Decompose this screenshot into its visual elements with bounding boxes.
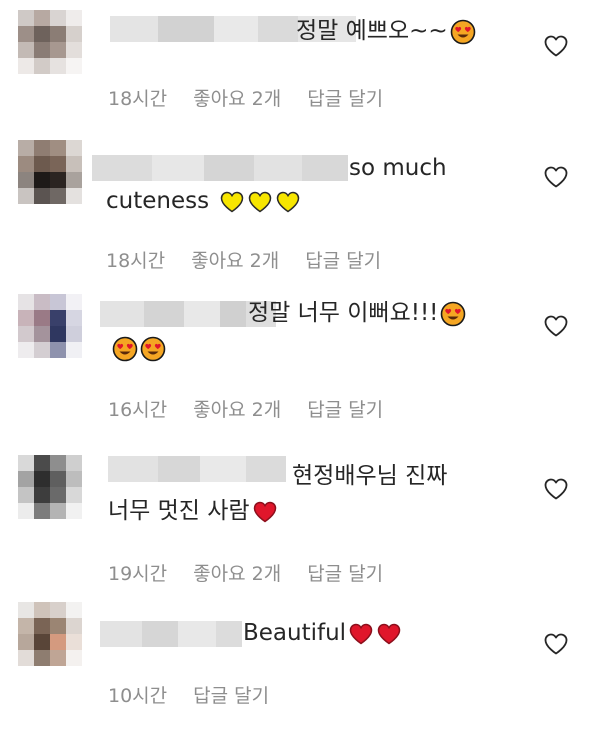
comment-text: so much	[349, 153, 447, 183]
emoji-group	[250, 496, 278, 526]
heart-eyes-emoji	[450, 19, 476, 45]
comment-text-line1: so much	[349, 155, 447, 181]
likes-count[interactable]: 좋아요 2개	[191, 246, 279, 273]
reply-button[interactable]: 답글 달기	[307, 84, 383, 111]
heart-outline-icon[interactable]	[543, 164, 569, 190]
heart-outline-icon[interactable]	[543, 313, 569, 339]
comment-time: 10시간	[108, 685, 168, 707]
comment-text: Beautiful	[243, 618, 402, 648]
comment-text-line1: Beautiful	[243, 620, 347, 646]
username-blurred[interactable]	[100, 621, 242, 647]
heart-outline-icon[interactable]	[543, 33, 569, 59]
reply-button[interactable]: 답글 달기	[305, 246, 381, 273]
comment-text-line1: 현정배우님 진짜	[292, 463, 448, 489]
comment-meta: 16시간 좋아요 2개 답글 달기	[108, 395, 383, 422]
emoji-group	[217, 186, 301, 216]
avatar[interactable]	[18, 455, 82, 519]
likes-count[interactable]: 좋아요 2개	[193, 395, 281, 422]
comment-text: 정말 예쁘오~~	[296, 16, 476, 46]
comment-text: 정말 너무 이뻐요!!!	[248, 298, 466, 328]
comment-meta: 18시간 좋아요 2개 답글 달기	[106, 246, 381, 273]
comment-text: cuteness	[106, 186, 301, 216]
emoji-group	[438, 298, 466, 328]
reply-button[interactable]: 답글 달기	[307, 395, 383, 422]
heart-eyes-emoji	[140, 336, 166, 362]
avatar[interactable]	[18, 602, 82, 666]
red-heart-emoji	[376, 621, 402, 647]
red-heart-emoji	[348, 621, 374, 647]
heart-outline-icon[interactable]	[543, 631, 569, 657]
yellow-heart-emoji	[219, 189, 245, 215]
red-heart-emoji	[252, 499, 278, 525]
avatar[interactable]	[18, 140, 82, 204]
username-blurred[interactable]	[108, 456, 286, 482]
heart-eyes-emoji	[112, 336, 138, 362]
comment-time: 19시간	[108, 563, 168, 585]
reply-button[interactable]: 답글 달기	[193, 681, 269, 708]
username-blurred[interactable]	[92, 155, 348, 181]
comment-text	[110, 333, 166, 363]
heart-eyes-emoji	[440, 301, 466, 327]
comment-text-line1: 정말 예쁘오~~	[296, 18, 448, 44]
comment-time: 16시간	[108, 399, 168, 421]
emoji-group	[448, 16, 476, 46]
comment-text-line2: cuteness	[106, 188, 210, 214]
comment-text-line2: 너무 멋진 사람	[108, 498, 250, 524]
avatar[interactable]	[18, 294, 82, 358]
yellow-heart-emoji	[247, 189, 273, 215]
emoji-group	[346, 618, 402, 648]
comment-time: 18시간	[106, 250, 166, 272]
comment-text: 현정배우님 진짜	[292, 461, 447, 491]
likes-count[interactable]: 좋아요 2개	[193, 559, 281, 586]
likes-count[interactable]: 좋아요 2개	[193, 84, 281, 111]
comment-text: 너무 멋진 사람	[108, 496, 278, 526]
comment-text-line1: 정말 너무 이뻐요!!!	[248, 300, 439, 326]
reply-button[interactable]: 답글 달기	[307, 559, 383, 586]
comment-meta: 19시간 좋아요 2개 답글 달기	[108, 559, 383, 586]
yellow-heart-emoji	[275, 189, 301, 215]
heart-outline-icon[interactable]	[543, 476, 569, 502]
comment-time: 18시간	[108, 88, 168, 110]
emoji-group	[110, 333, 166, 363]
comment-meta: 18시간 좋아요 2개 답글 달기	[108, 84, 383, 111]
comment-meta: 10시간 답글 달기	[108, 681, 269, 708]
avatar[interactable]	[18, 10, 82, 74]
